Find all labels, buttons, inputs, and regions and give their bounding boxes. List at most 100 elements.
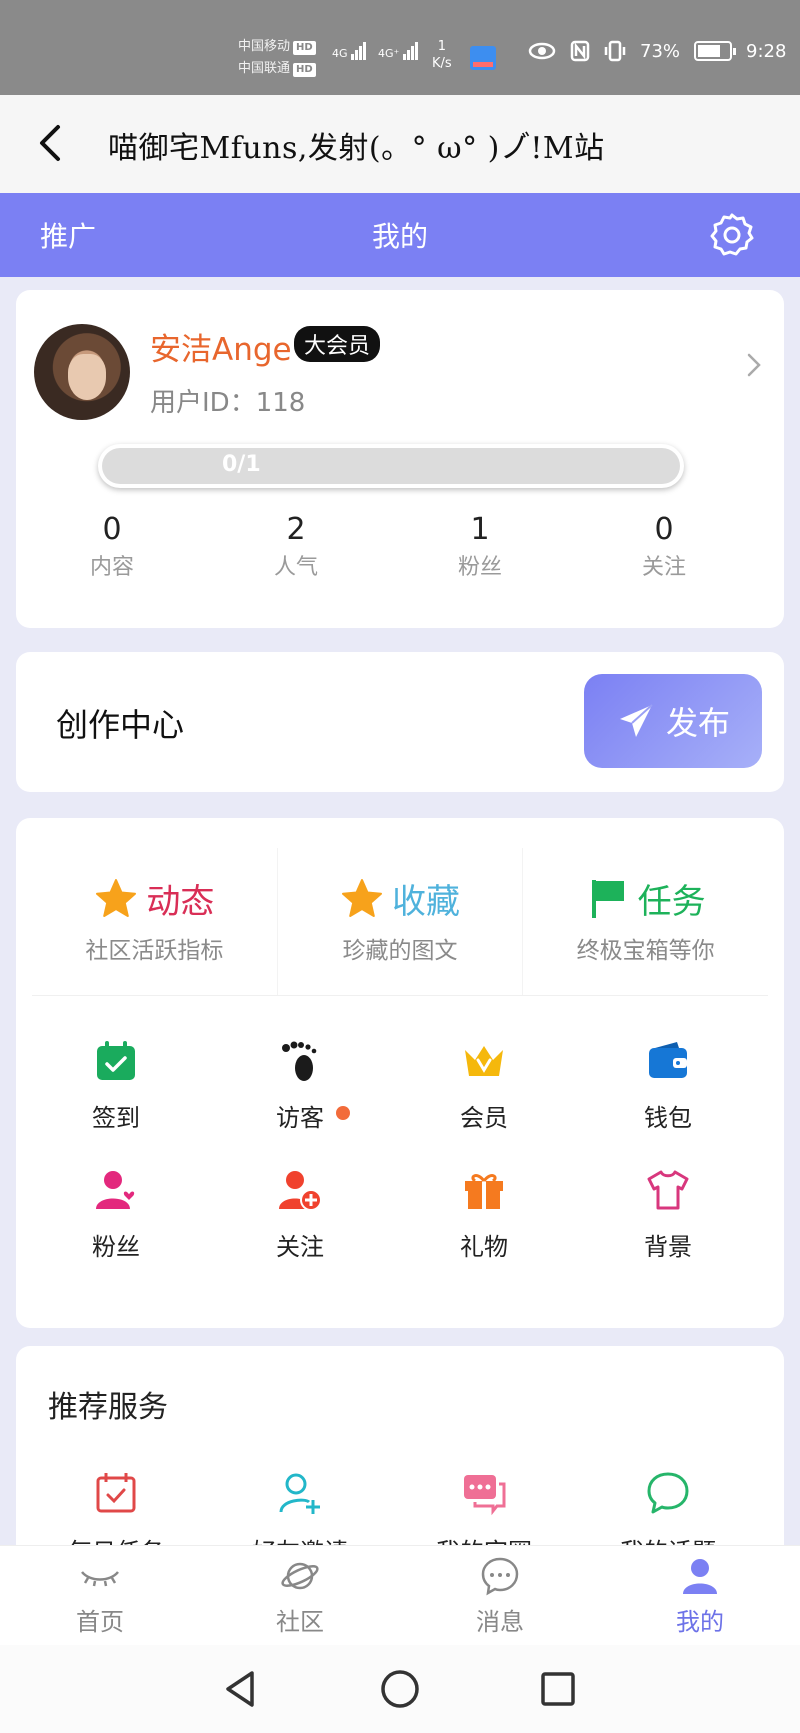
nav-label: 首页 — [76, 1608, 124, 1636]
grid-item-following[interactable]: 关注 — [208, 1167, 392, 1262]
title-bar: 喵御宅Mfuns,发射(。° ω° )ノ゙!M站 — [0, 95, 800, 193]
stats-row: 0 内容 2 人气 1 粉丝 0 关注 — [16, 512, 784, 581]
username: 安洁Ange — [150, 332, 292, 368]
header-title: 我的 — [371, 220, 428, 253]
signal-2-icon: 4G⁺ — [378, 42, 419, 60]
grid-item-wallet[interactable]: 钱包 — [576, 1038, 760, 1133]
avatar[interactable] — [34, 324, 130, 420]
wallet-icon — [649, 1042, 687, 1078]
publish-button[interactable]: 发布 — [584, 674, 762, 768]
hd-badge: HD — [293, 63, 316, 77]
recommended-title: 推荐服务 — [48, 1390, 168, 1425]
back-triangle-icon[interactable] — [218, 1665, 266, 1713]
network-type-2: 4G⁺ — [378, 47, 400, 60]
grid-label: 背景 — [644, 1233, 692, 1261]
grid-item-fans[interactable]: 粉丝 — [24, 1167, 208, 1262]
user-id-value: 118 — [255, 388, 306, 418]
status-right: 73% 9:28 — [528, 40, 786, 62]
signal-1-icon: 4G — [332, 42, 367, 60]
feature-dynamics[interactable]: 动态 社区活跃指标 — [32, 848, 278, 995]
feature-title: 收藏 — [392, 882, 460, 922]
feature-subtitle: 终极宝箱等你 — [576, 938, 715, 964]
feature-row: 动态 社区活跃指标 收藏 珍藏的图文 任务 终极宝箱等你 — [32, 848, 768, 996]
stat-label: 粉丝 — [457, 555, 502, 580]
user-icon — [683, 1559, 717, 1594]
chat-bubble-icon — [647, 1472, 689, 1514]
app-header: 推广 我的 — [0, 193, 800, 277]
footprint-icon — [282, 1041, 317, 1081]
feature-subtitle: 珍藏的图文 — [342, 938, 458, 964]
nav-label: 我的 — [676, 1608, 724, 1636]
star-icon — [96, 878, 137, 917]
grid-label: 粉丝 — [92, 1233, 140, 1261]
carrier-2: 中国联通 — [238, 61, 291, 76]
gift-icon — [465, 1174, 503, 1209]
chevron-right-icon[interactable] — [744, 350, 764, 380]
hd-badge: HD — [293, 41, 316, 55]
speed-unit: K/s — [432, 56, 452, 71]
star-icon — [342, 878, 382, 917]
calendar-check-icon — [97, 1041, 135, 1080]
grid-label: 访客 — [276, 1098, 350, 1133]
nav-home[interactable]: 首页 — [0, 1546, 200, 1645]
stat-value: 1 — [470, 512, 490, 547]
stat-value: 0 — [654, 512, 674, 547]
grid-label-text: 访客 — [276, 1104, 324, 1132]
progress-text: 0/1 — [222, 452, 261, 477]
grid-item-vip[interactable]: 会员 — [392, 1038, 576, 1133]
nav-label: 消息 — [476, 1608, 524, 1636]
battery-percent: 73% — [640, 40, 681, 62]
carrier-1: 中国移动 — [238, 39, 291, 54]
grid-item-background[interactable]: 背景 — [576, 1167, 760, 1262]
chat-bubbles-icon — [464, 1475, 506, 1516]
network-type-1: 4G — [332, 47, 348, 60]
eye-icon — [528, 42, 556, 60]
stat-content[interactable]: 0 内容 — [20, 512, 204, 581]
stat-label: 内容 — [89, 555, 134, 580]
tab-promotion[interactable]: 推广 — [40, 215, 96, 255]
stat-label: 人气 — [273, 555, 318, 580]
shirt-icon — [647, 1170, 689, 1210]
recents-square-icon[interactable] — [534, 1665, 582, 1713]
stat-value: 2 — [286, 512, 306, 547]
feature-tasks[interactable]: 任务 终极宝箱等你 — [523, 848, 768, 995]
features-card: 动态 社区活跃指标 收藏 珍藏的图文 任务 终极宝箱等你 签到 访客 会员 钱包… — [16, 818, 784, 1328]
creation-center-title: 创作中心 — [56, 706, 185, 744]
vibrate-icon — [604, 40, 626, 62]
nav-me[interactable]: 我的 — [600, 1546, 800, 1645]
grid-label: 关注 — [276, 1233, 324, 1261]
grid-item-checkin[interactable]: 签到 — [24, 1038, 208, 1133]
home-circle-icon[interactable] — [376, 1665, 424, 1713]
back-arrow-icon[interactable] — [30, 121, 74, 165]
stat-popularity[interactable]: 2 人气 — [204, 512, 388, 581]
nav-community[interactable]: 社区 — [200, 1546, 400, 1645]
profile-card: 安洁Ange 大会员 用户ID：118 0/1 0 内容 2 人气 1 粉丝 0 关注 — [16, 290, 784, 628]
grid-item-visitors[interactable]: 访客 — [208, 1038, 392, 1133]
feature-favorites[interactable]: 收藏 珍藏的图文 — [278, 848, 524, 995]
app-notification-icon — [470, 46, 496, 70]
user-id-label: 用户ID： — [150, 388, 256, 418]
status-bar: 中国移动 HD 中国联通 HD 4G 4G⁺ 1 K/s 73% 9:28 — [0, 0, 800, 95]
feature-subtitle: 社区活跃指标 — [85, 938, 224, 964]
publish-label: 发布 — [665, 704, 730, 742]
function-grid: 签到 访客 会员 钱包 粉丝 关注 礼物 背景 — [16, 1038, 784, 1262]
flag-icon — [591, 879, 624, 918]
battery-icon — [694, 41, 737, 61]
stat-fans[interactable]: 1 粉丝 — [388, 512, 572, 581]
nav-messages[interactable]: 消息 — [400, 1546, 600, 1645]
grid-item-gifts[interactable]: 礼物 — [392, 1167, 576, 1262]
stat-label: 关注 — [641, 555, 686, 580]
net-speed: 1 K/s — [432, 38, 452, 72]
clock: 9:28 — [746, 40, 787, 62]
system-nav-bar — [0, 1645, 800, 1733]
crown-icon — [465, 1046, 503, 1076]
bottom-nav: 首页 社区 消息 我的 — [0, 1545, 800, 1645]
page-title: 喵御宅Mfuns,发射(。° ω° )ノ゙!M站 — [108, 131, 605, 166]
vip-badge: 大会员 — [294, 326, 381, 362]
stat-following[interactable]: 0 关注 — [572, 512, 756, 581]
feature-title: 动态 — [146, 882, 215, 922]
level-progress-bar: 0/1 — [98, 444, 684, 488]
gear-icon[interactable] — [708, 211, 756, 259]
planet-icon — [281, 1562, 319, 1590]
feature-title: 任务 — [637, 882, 706, 922]
